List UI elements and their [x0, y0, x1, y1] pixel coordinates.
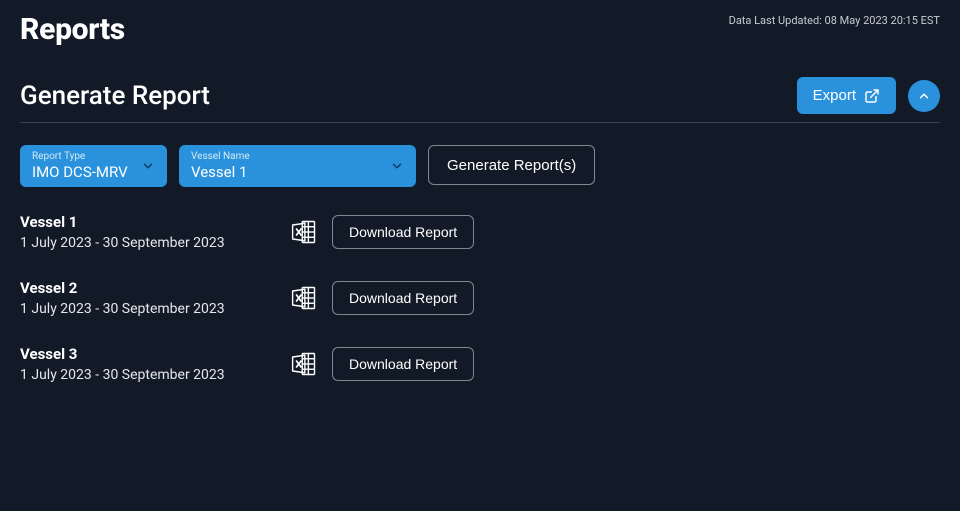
- result-row: Vessel 2 1 July 2023 - 30 September 2023…: [20, 279, 940, 317]
- result-row: Vessel 3 1 July 2023 - 30 September 2023…: [20, 345, 940, 383]
- last-updated-text: Data Last Updated: 08 May 2023 20:15 EST: [729, 12, 940, 27]
- download-report-button[interactable]: Download Report: [332, 215, 474, 249]
- vessel-name-select[interactable]: Vessel Name Vessel 1: [179, 145, 416, 187]
- filters-row: Report Type IMO DCS-MRV Vessel Name Vess…: [20, 145, 940, 187]
- vessel-name-label: Vessel Name: [191, 151, 380, 163]
- export-button-label: Export: [813, 87, 856, 104]
- section-title: Generate Report: [20, 81, 210, 111]
- excel-file-icon: [290, 350, 318, 378]
- result-date-range: 1 July 2023 - 30 September 2023: [20, 301, 290, 317]
- report-type-value: IMO DCS-MRV: [32, 163, 131, 181]
- result-date-range: 1 July 2023 - 30 September 2023: [20, 367, 290, 383]
- excel-file-icon: [290, 284, 318, 312]
- result-vessel-name: Vessel 2: [20, 279, 290, 297]
- vessel-name-value: Vessel 1: [191, 163, 380, 181]
- header-actions: Export: [797, 77, 940, 114]
- report-type-select[interactable]: Report Type IMO DCS-MRV: [20, 145, 167, 187]
- excel-file-icon: [290, 218, 318, 246]
- result-date-range: 1 July 2023 - 30 September 2023: [20, 235, 290, 251]
- section-header: Generate Report Export: [20, 77, 940, 123]
- page-title: Reports: [20, 12, 125, 47]
- chevron-up-icon: [917, 89, 931, 103]
- result-info: Vessel 3 1 July 2023 - 30 September 2023: [20, 345, 290, 383]
- collapse-button[interactable]: [908, 80, 940, 112]
- result-info: Vessel 2 1 July 2023 - 30 September 2023: [20, 279, 290, 317]
- chevron-down-icon: [141, 159, 155, 173]
- export-button[interactable]: Export: [797, 77, 896, 114]
- results-list: Vessel 1 1 July 2023 - 30 September 2023…: [20, 213, 940, 383]
- report-type-label: Report Type: [32, 151, 131, 163]
- result-row: Vessel 1 1 July 2023 - 30 September 2023…: [20, 213, 940, 251]
- result-vessel-name: Vessel 1: [20, 213, 290, 231]
- download-report-button[interactable]: Download Report: [332, 281, 474, 315]
- result-info: Vessel 1 1 July 2023 - 30 September 2023: [20, 213, 290, 251]
- generate-reports-button[interactable]: Generate Report(s): [428, 145, 595, 185]
- chevron-down-icon: [390, 159, 404, 173]
- external-link-icon: [864, 88, 880, 104]
- result-vessel-name: Vessel 3: [20, 345, 290, 363]
- download-report-button[interactable]: Download Report: [332, 347, 474, 381]
